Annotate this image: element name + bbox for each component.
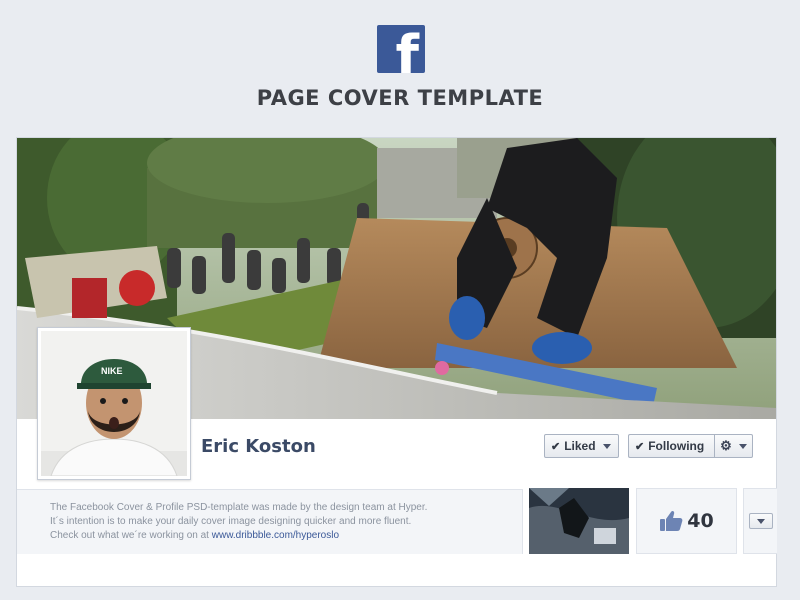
more-dropdown-button[interactable] — [748, 513, 773, 529]
profile-name[interactable]: Eric Koston — [201, 436, 316, 457]
facebook-logo: f — [377, 25, 425, 73]
following-label: Following — [648, 439, 705, 453]
cap-logo-text: NIKE — [101, 366, 123, 376]
about-box: The Facebook Cover & Profile PSD-templat… — [17, 489, 523, 554]
likes-count: 40 — [687, 510, 714, 532]
settings-button[interactable]: ⚙ — [714, 434, 753, 458]
dribbble-link[interactable]: www.dribbble.com/hyperoslo — [212, 530, 339, 541]
liked-button[interactable]: ✔ Liked — [544, 434, 619, 458]
chevron-down-icon — [756, 518, 765, 524]
profile-picture[interactable]: NIKE — [37, 327, 191, 480]
following-button[interactable]: ✔ Following — [628, 434, 714, 458]
about-line: It´s intention is to make your daily cov… — [50, 516, 412, 527]
facebook-logo-letter: f — [395, 25, 420, 74]
chevron-down-icon — [738, 443, 747, 449]
about-line-prefix: Check out what we´re working on at — [50, 530, 212, 541]
photo-thumbnail[interactable] — [529, 488, 629, 554]
about-line: The Facebook Cover & Profile PSD-templat… — [50, 502, 428, 513]
liked-label: Liked — [564, 439, 596, 453]
chevron-down-icon — [602, 443, 611, 449]
thumbs-up-icon — [660, 510, 683, 531]
gear-icon: ⚙ — [720, 438, 732, 453]
about-line: Check out what we´re working on at www.d… — [50, 529, 522, 543]
likes-box[interactable]: 40 — [636, 488, 737, 554]
check-icon: ✔ — [551, 440, 561, 453]
facebook-page-card: NIKE Eric Koston ✔ Liked ✔ Following ⚙ T… — [16, 137, 777, 587]
page-title: PAGE COVER TEMPLATE — [256, 86, 544, 110]
more-box — [743, 488, 777, 554]
check-icon: ✔ — [635, 440, 645, 453]
